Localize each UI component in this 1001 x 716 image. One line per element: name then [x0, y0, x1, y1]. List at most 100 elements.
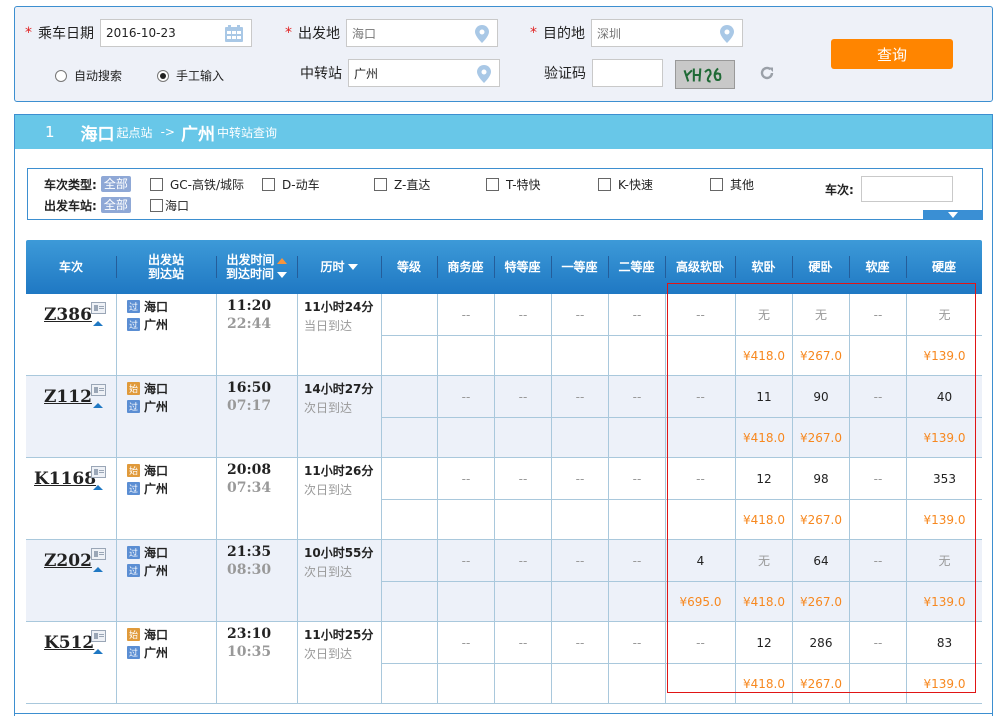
- train-number-input[interactable]: [860, 176, 953, 202]
- result-title-bar: 1 海口 起点站 -> 广州 中转站查询: [15, 115, 992, 149]
- train-code-link[interactable]: Z202: [44, 551, 92, 571]
- checkbox[interactable]: [374, 178, 387, 191]
- expand-stops-icon[interactable]: [93, 403, 103, 408]
- header-duration[interactable]: 历时: [297, 240, 381, 294]
- station-all-tag[interactable]: 全部: [100, 197, 131, 213]
- filter-type-t[interactable]: T-特快: [486, 176, 541, 193]
- from-label: 出发地: [298, 26, 340, 42]
- seat-price: ¥418.0: [736, 663, 792, 704]
- train-code-link[interactable]: Z112: [44, 387, 92, 407]
- to-station-name: 广州: [144, 646, 169, 660]
- station-badge: 过: [127, 564, 140, 577]
- radio-circle[interactable]: [55, 69, 67, 82]
- search-panel: * 乘车日期 2016-10-23 * 出发地 海口 * 目的地 深圳 自动搜索…: [14, 6, 993, 102]
- result-index: 1: [45, 123, 55, 141]
- seat-availability: --: [438, 540, 494, 581]
- filter-type-k[interactable]: K-快速: [598, 176, 653, 193]
- checkbox[interactable]: [598, 178, 611, 191]
- captcha-image[interactable]: [675, 60, 735, 89]
- calendar-icon[interactable]: [225, 25, 243, 42]
- filter-type-z[interactable]: Z-直达: [374, 176, 430, 193]
- header-second: 二等座: [608, 240, 665, 294]
- seat-value: 12: [756, 471, 772, 486]
- expand-stops-icon[interactable]: [93, 321, 103, 326]
- expand-stops-icon[interactable]: [93, 567, 103, 572]
- id-card-icon[interactable]: [91, 548, 106, 560]
- train-code-link[interactable]: Z386: [44, 305, 92, 325]
- train-type-all-tag[interactable]: 全部: [100, 176, 131, 192]
- seat-value: --: [461, 389, 471, 404]
- seat-value: --: [575, 553, 585, 568]
- to-station: 过广州: [127, 316, 168, 333]
- seat-value: --: [461, 307, 471, 322]
- header-dep-time[interactable]: 出发时间: [226, 253, 287, 267]
- filter-type-d[interactable]: D-动车: [262, 176, 320, 193]
- checkbox[interactable]: [486, 178, 499, 191]
- sort-desc-icon[interactable]: [347, 264, 358, 270]
- radio-auto-search[interactable]: 自动搜索: [55, 67, 122, 84]
- to-station-name: 广州: [144, 482, 169, 496]
- transfer-input[interactable]: 广州: [348, 59, 500, 87]
- location-pin-icon[interactable]: [475, 25, 489, 43]
- sort-asc-icon[interactable]: [276, 258, 287, 264]
- checkbox-label: GC-高铁/城际: [170, 178, 245, 192]
- seat-price: [609, 581, 665, 622]
- to-input[interactable]: 深圳: [591, 19, 743, 47]
- time-cell: 21:35 08:30: [216, 540, 297, 621]
- checkbox[interactable]: [710, 178, 723, 191]
- query-button[interactable]: 查询: [831, 39, 953, 69]
- second-seat-cell: --: [608, 540, 665, 621]
- location-pin-icon[interactable]: [720, 25, 734, 43]
- seat-price: [666, 417, 735, 458]
- id-card-icon[interactable]: [91, 466, 106, 478]
- header-arr-time[interactable]: 到达时间: [226, 267, 287, 281]
- seat-value: --: [632, 471, 642, 486]
- result-bottom-border: [14, 713, 993, 714]
- location-pin-icon[interactable]: [477, 65, 491, 83]
- checkbox[interactable]: [150, 199, 163, 212]
- seat-availability: --: [609, 540, 665, 581]
- filter-station-haikou[interactable]: 海口: [150, 197, 189, 214]
- radio-circle-selected[interactable]: [157, 69, 169, 82]
- first-seat-cell: --: [551, 458, 608, 539]
- seat-availability: --: [438, 458, 494, 499]
- first-seat-cell: --: [551, 622, 608, 703]
- seat-value: 40: [936, 389, 953, 404]
- station-cell: 过海口 过广州: [116, 540, 216, 621]
- date-input[interactable]: 2016-10-23: [100, 19, 252, 47]
- from-input[interactable]: 海口: [346, 19, 498, 47]
- expand-stops-icon[interactable]: [93, 649, 103, 654]
- to-station-name: 广州: [144, 400, 169, 414]
- train-code-link[interactable]: K512: [44, 633, 94, 653]
- checkbox[interactable]: [262, 178, 275, 191]
- business-seat-cell: --: [437, 540, 494, 621]
- filter-type-other[interactable]: 其他: [710, 176, 754, 193]
- id-card-icon[interactable]: [91, 384, 106, 396]
- captcha-input[interactable]: [592, 59, 663, 87]
- header-times[interactable]: 出发时间 到达时间: [216, 240, 297, 294]
- checkbox[interactable]: [150, 178, 163, 191]
- id-card-icon[interactable]: [91, 302, 106, 314]
- filter-type-gc[interactable]: GC-高铁/城际: [150, 176, 244, 193]
- seat-availability: 98: [793, 458, 849, 499]
- station-cell: 始海口 过广州: [116, 376, 216, 457]
- train-code-link[interactable]: K1168: [34, 469, 96, 489]
- special-seat-cell: --: [494, 540, 551, 621]
- soft-sleeper-cell: 无 ¥418.0: [735, 540, 792, 621]
- seat-availability: --: [552, 294, 608, 335]
- arrival-day: 次日到达: [304, 483, 353, 497]
- expand-stops-icon[interactable]: [93, 485, 103, 490]
- seat-availability: --: [438, 622, 494, 663]
- seat-price: [495, 417, 551, 458]
- to-station: 过广州: [127, 562, 168, 579]
- sort-desc-icon[interactable]: [277, 272, 287, 278]
- radio-manual-input[interactable]: 手工输入: [157, 67, 224, 84]
- seat-availability: 83: [907, 622, 982, 663]
- transfer-value: 广州: [354, 66, 379, 81]
- id-card-icon[interactable]: [91, 630, 106, 642]
- seat-value: 无: [757, 308, 770, 322]
- refresh-captcha-icon[interactable]: [759, 65, 775, 81]
- station-badge: 始: [127, 464, 140, 477]
- collapse-filter-button[interactable]: [923, 210, 983, 220]
- header-soft-sleeper: 软卧: [735, 240, 792, 294]
